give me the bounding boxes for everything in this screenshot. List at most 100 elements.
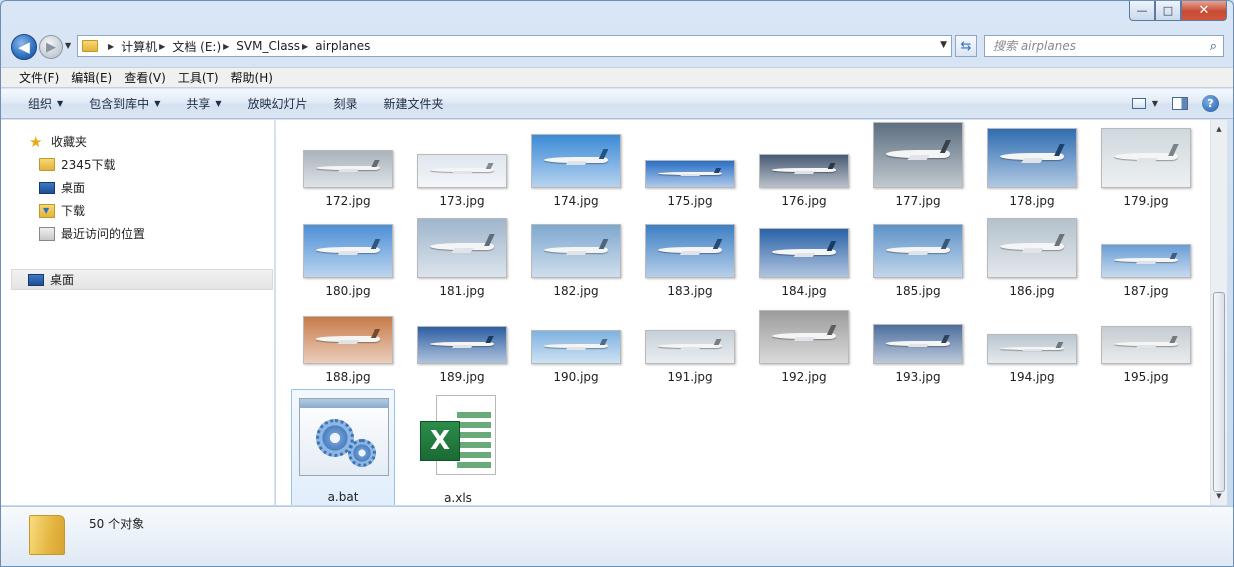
back-button[interactable]: ◀ — [11, 34, 37, 60]
file-name: 188.jpg — [325, 370, 371, 384]
nav-desktop-root[interactable]: 桌面 — [11, 269, 273, 290]
file-name: 189.jpg — [439, 370, 485, 384]
command-button[interactable]: 共享 ▼ — [173, 89, 234, 118]
file-item-jpg[interactable]: 175.jpg — [635, 120, 745, 215]
file-name: a.xls — [444, 491, 472, 505]
file-item-jpg[interactable]: 192.jpg — [749, 296, 859, 391]
file-item-jpg[interactable]: 190.jpg — [521, 296, 631, 391]
file-item-jpg[interactable]: 173.jpg — [407, 120, 517, 215]
file-item-jpg[interactable]: 182.jpg — [521, 210, 631, 305]
breadcrumb-item[interactable]: ▶ 文档 (E:) — [157, 38, 221, 55]
menu-item[interactable]: 帮助(H) — [225, 69, 279, 86]
file-item-jpg[interactable]: 176.jpg — [749, 120, 859, 215]
thumbnail-image — [1101, 128, 1191, 188]
recent-places-icon — [39, 226, 55, 241]
nav-item-label: 桌面 — [61, 181, 86, 195]
change-view-icon[interactable] — [1131, 98, 1146, 109]
file-item-jpg[interactable]: 195.jpg — [1091, 296, 1201, 391]
file-item-jpg[interactable]: 187.jpg — [1091, 210, 1201, 305]
folder-icon — [29, 515, 65, 555]
file-name: 179.jpg — [1123, 194, 1169, 208]
thumbnail-image — [873, 224, 963, 278]
nav-item-label: 最近访问的位置 — [61, 227, 146, 241]
address-dropdown-icon[interactable]: ▼ — [940, 40, 947, 50]
command-button[interactable]: 新建文件夹 — [371, 89, 457, 118]
file-item-jpg[interactable]: 191.jpg — [635, 296, 745, 391]
file-item-jpg[interactable]: 189.jpg — [407, 296, 517, 391]
desktop-icon — [39, 181, 55, 194]
address-bar[interactable]: ▶ 计算机 ▶ 文档 (E:) ▶ SVM_Class ▶ airplanes ▼ — [77, 35, 952, 57]
command-button[interactable]: 包含到库中 ▼ — [76, 89, 173, 118]
breadcrumb-label: 文档 (E:) — [172, 39, 222, 54]
search-input[interactable] — [993, 39, 1193, 53]
scroll-down-arrow[interactable]: ▼ — [1211, 489, 1227, 503]
command-button[interactable]: 刻录 — [321, 89, 371, 118]
arrow-left-icon: ◀ — [18, 38, 30, 56]
recent-pages-dropdown[interactable]: ▼ — [65, 41, 71, 50]
nav-item-downloads[interactable]: 下载 — [39, 202, 85, 219]
vertical-scrollbar[interactable]: ▲ ▼ — [1210, 120, 1227, 505]
menu-item[interactable]: 工具(T) — [172, 69, 225, 86]
file-item-jpg[interactable]: 180.jpg — [293, 210, 403, 305]
menu-item[interactable]: 查看(V) — [118, 69, 172, 86]
search-box: ⌕ — [984, 35, 1224, 57]
maximize-button[interactable]: □ — [1155, 1, 1181, 21]
file-item-xls[interactable]: X a.xls — [406, 389, 510, 505]
file-item-jpg[interactable]: 179.jpg — [1091, 120, 1201, 215]
file-item-jpg[interactable]: 193.jpg — [863, 296, 973, 391]
thumbnail-image — [531, 224, 621, 278]
file-item-jpg[interactable]: 183.jpg — [635, 210, 745, 305]
file-name: 173.jpg — [439, 194, 485, 208]
file-name: 194.jpg — [1009, 370, 1055, 384]
file-item-bat[interactable]: a.bat — [291, 389, 395, 505]
thumbnail-image — [987, 334, 1077, 364]
nav-item-recent-places[interactable]: 最近访问的位置 — [39, 225, 145, 242]
caption-buttons: — □ ✕ — [1129, 1, 1227, 21]
file-name: 174.jpg — [553, 194, 599, 208]
file-item-jpg[interactable]: 194.jpg — [977, 296, 1087, 391]
command-button[interactable]: 放映幻灯片 — [235, 89, 321, 118]
nav-item-desktop[interactable]: 桌面 — [39, 179, 85, 196]
help-icon[interactable]: ? — [1202, 95, 1219, 112]
file-item-jpg[interactable]: 188.jpg — [293, 296, 403, 391]
file-item-jpg[interactable]: 184.jpg — [749, 210, 859, 305]
command-button[interactable]: 组织 ▼ — [15, 89, 76, 118]
thumbnail-image — [531, 134, 621, 188]
file-item-jpg[interactable]: 174.jpg — [521, 120, 631, 215]
file-name: 176.jpg — [781, 194, 827, 208]
menu-item[interactable]: 编辑(E) — [65, 69, 118, 86]
chevron-right-icon: ▶ — [159, 41, 166, 51]
file-name: 193.jpg — [895, 370, 941, 384]
breadcrumb-item[interactable]: ▶ 计算机 — [106, 38, 157, 55]
excel-file-icon: X — [420, 395, 496, 477]
close-button[interactable]: ✕ — [1181, 1, 1227, 21]
search-icon[interactable]: ⌕ — [1210, 39, 1217, 54]
file-name: 195.jpg — [1123, 370, 1169, 384]
nav-favorites[interactable]: ★ 收藏夹 — [29, 133, 87, 150]
forward-button[interactable]: ▶ — [39, 35, 63, 59]
details-pane: 50 个对象 — [1, 506, 1233, 566]
menu-item[interactable]: 文件(F) — [13, 69, 65, 86]
nav-item-2345-downloads[interactable]: 2345下载 — [39, 156, 116, 173]
thumbnail-image — [987, 128, 1077, 188]
file-item-jpg[interactable]: 181.jpg — [407, 210, 517, 305]
minimize-button[interactable]: — — [1129, 1, 1155, 21]
file-item-jpg[interactable]: 177.jpg — [863, 120, 973, 215]
chevron-right-icon: ▶ — [108, 41, 115, 51]
file-name: 177.jpg — [895, 194, 941, 208]
scroll-up-arrow[interactable]: ▲ — [1211, 122, 1227, 136]
thumbnail-image — [417, 326, 507, 364]
breadcrumb-item[interactable]: ▶ SVM_Class — [221, 39, 300, 53]
refresh-button[interactable]: ⇆ — [955, 35, 977, 57]
view-options-dropdown-icon[interactable]: ▼ — [1152, 99, 1158, 108]
file-item-jpg[interactable]: 185.jpg — [863, 210, 973, 305]
file-item-jpg[interactable]: 172.jpg — [293, 120, 403, 215]
folder-icon — [82, 40, 98, 52]
scroll-thumb[interactable] — [1213, 292, 1225, 492]
menu-bar: 文件(F) 编辑(E) 查看(V) 工具(T) 帮助(H) — [1, 67, 1233, 88]
file-item-jpg[interactable]: 186.jpg — [977, 210, 1087, 305]
breadcrumb-item[interactable]: ▶ airplanes — [300, 39, 370, 53]
preview-pane-icon[interactable] — [1172, 97, 1188, 110]
file-item-jpg[interactable]: 178.jpg — [977, 120, 1087, 215]
thumbnail-image — [1101, 244, 1191, 278]
